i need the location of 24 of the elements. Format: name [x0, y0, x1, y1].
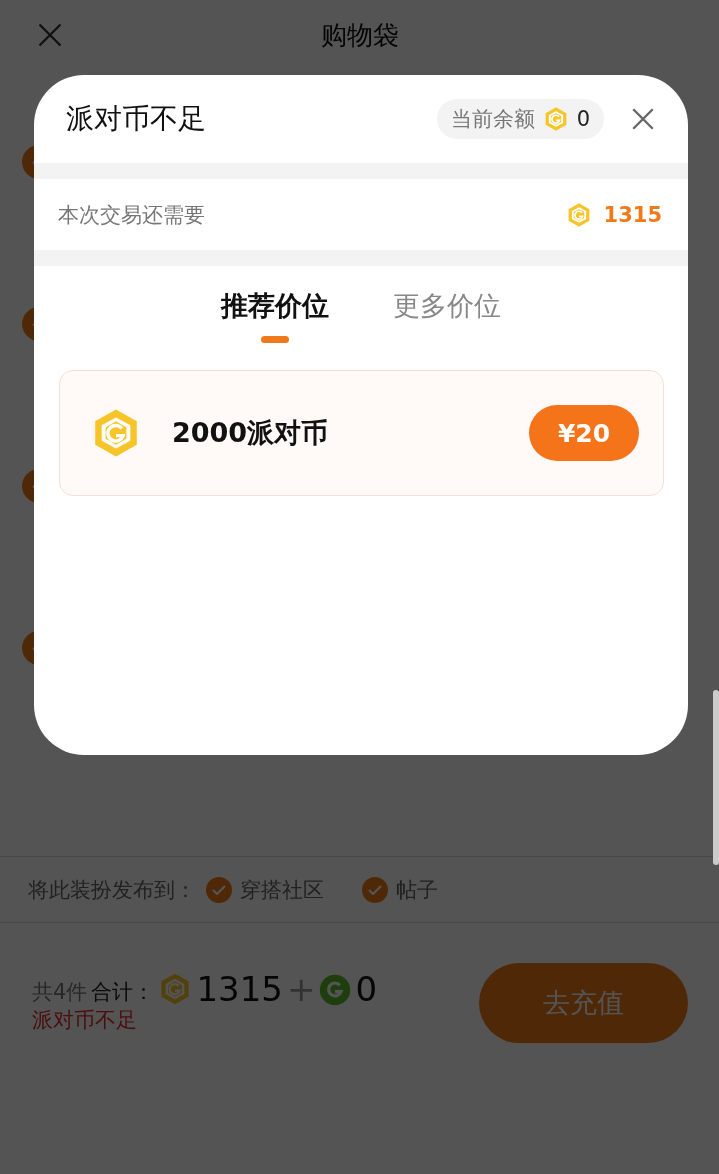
page-title: 购物袋	[320, 18, 399, 52]
total-label: 合计：	[91, 979, 155, 1006]
coin-amount: 1315	[196, 972, 283, 1006]
check-icon	[212, 884, 226, 895]
price-button[interactable]: ¥20	[529, 405, 639, 461]
balance-label: 当前余额	[450, 106, 535, 133]
price-tab[interactable]: 推荐价位	[221, 288, 329, 348]
offer-name: 2000派对币	[172, 416, 330, 450]
price-tab[interactable]: 更多价位	[393, 288, 501, 348]
need-amount: 1315	[603, 202, 662, 227]
plus-sign: +	[286, 972, 316, 1006]
publish-checkbox[interactable]	[362, 876, 388, 903]
dialog-title: 派对币不足	[66, 101, 207, 137]
close-icon[interactable]	[630, 106, 656, 132]
tab-indicator	[261, 336, 289, 343]
check-icon	[368, 884, 382, 895]
publish-checkbox[interactable]	[206, 876, 232, 903]
warning-text: 派对币不足	[32, 1007, 138, 1034]
bonus-amount: 0	[355, 972, 378, 1006]
coin-icon	[319, 974, 352, 1006]
balance-amount: 0	[576, 107, 590, 131]
close-icon[interactable]	[36, 21, 64, 49]
need-label: 本次交易还需要	[58, 201, 205, 229]
offer-card[interactable]: 2000派对币 ¥20	[59, 370, 664, 496]
